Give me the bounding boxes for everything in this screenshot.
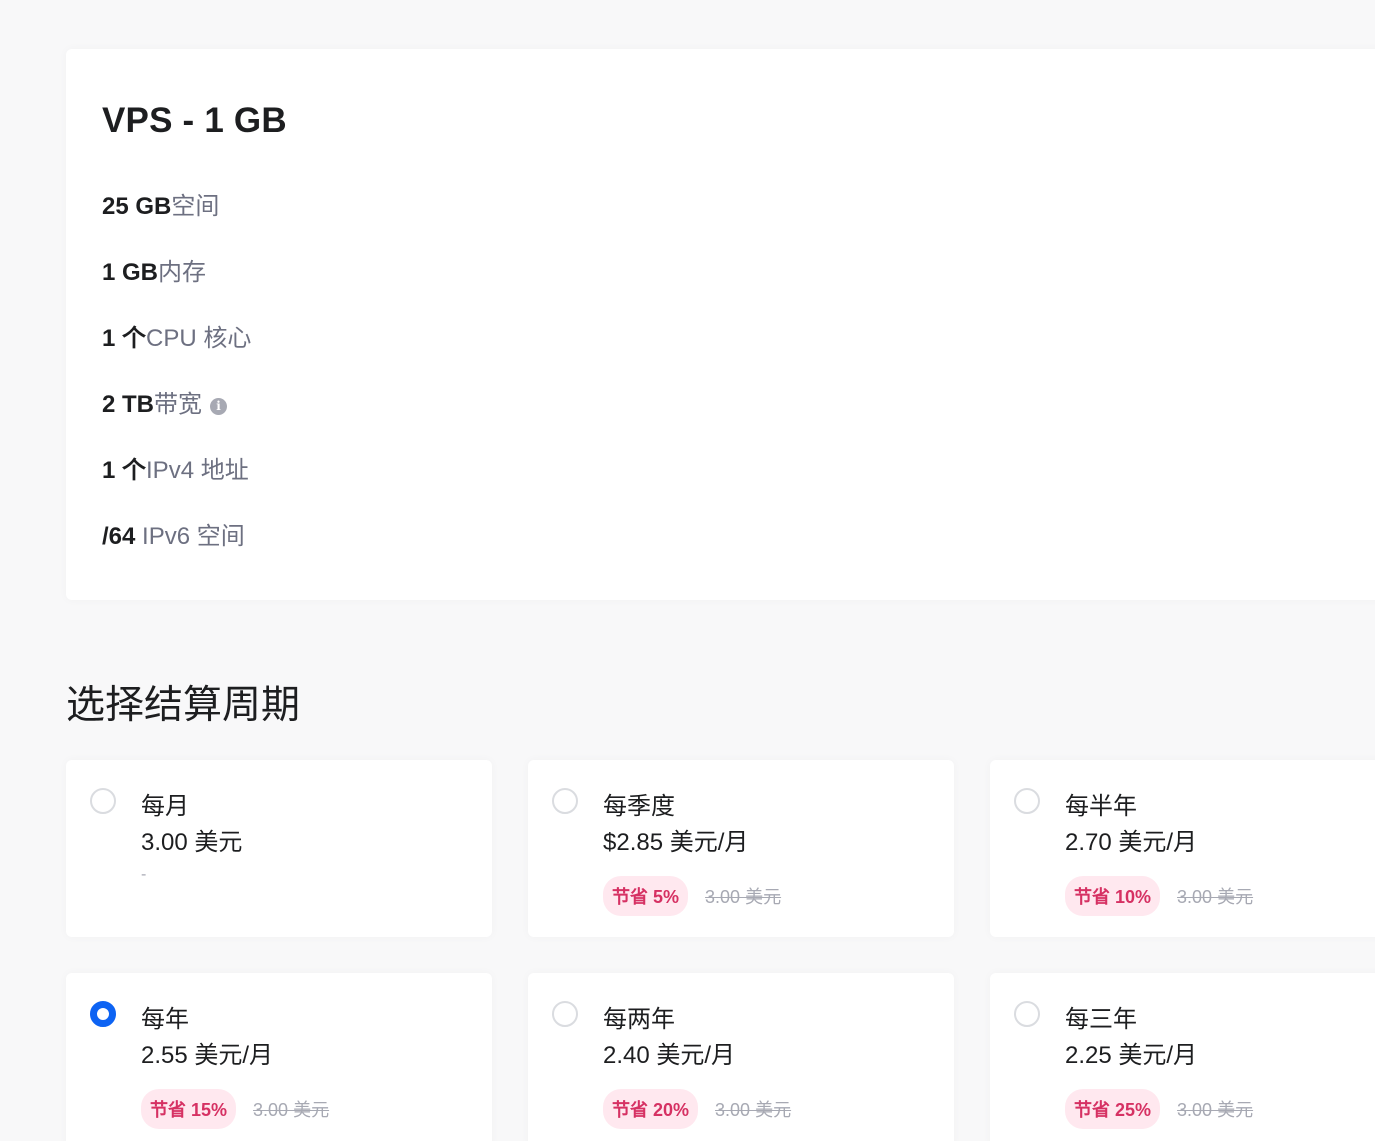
period-price: 2.70 美元/月 <box>1065 829 1198 856</box>
feature-label: CPU 核心 <box>146 325 252 352</box>
feature-memory: 1 GB 内存 <box>102 258 206 288</box>
feature-ipv4: 1 个 IPv4 地址 <box>102 456 249 486</box>
page: VPS - 1 GB 25 GB 空间 1 GB 内存 1 个 CPU 核心 2 TB… <box>0 0 1375 1141</box>
period-name: 每年 <box>141 1006 189 1033</box>
feature-label: IPv6 空间 <box>135 523 245 550</box>
save-badge: 节省 10% <box>1065 876 1161 916</box>
billing-section-title: 选择结算周期 <box>66 684 301 727</box>
radio-button-selected[interactable] <box>90 1001 116 1027</box>
radio-button[interactable] <box>1014 788 1040 814</box>
period-name: 每月 <box>141 793 189 820</box>
radio-button[interactable] <box>552 788 578 814</box>
feature-label: 空间 <box>171 193 220 220</box>
feature-value: 25 GB <box>102 193 172 220</box>
feature-bandwidth: 2 TB 带宽 i <box>102 390 228 420</box>
feature-value: 2 TB <box>102 391 155 418</box>
period-dash: - <box>141 866 147 883</box>
feature-value: 1 个 <box>102 325 147 352</box>
billing-option-semiannual[interactable]: 每半年 2.70 美元/月 节省 10% 3.00 美元 <box>990 760 1375 937</box>
old-price: 3.00 美元 <box>715 1100 792 1120</box>
info-icon[interactable]: i <box>210 397 228 415</box>
feature-value: 1 GB <box>102 259 159 286</box>
billing-option-monthly[interactable]: 每月 3.00 美元 - <box>66 760 492 937</box>
old-price: 3.00 美元 <box>1177 1100 1254 1120</box>
billing-option-biennial[interactable]: 每两年 2.40 美元/月 节省 20% 3.00 美元 <box>528 973 954 1141</box>
feature-storage: 25 GB 空间 <box>102 192 219 222</box>
period-name: 每两年 <box>603 1006 675 1033</box>
period-price: 2.55 美元/月 <box>141 1042 274 1069</box>
feature-label: 带宽 <box>154 391 203 418</box>
radio-button[interactable] <box>90 788 116 814</box>
billing-option-triennial[interactable]: 每三年 2.25 美元/月 节省 25% 3.00 美元 <box>990 973 1375 1141</box>
plan-title: VPS - 1 GB <box>102 101 287 140</box>
period-price: 3.00 美元 <box>141 829 243 856</box>
save-badge: 节省 25% <box>1065 1089 1161 1129</box>
feature-value: /64 <box>102 523 136 550</box>
old-price: 3.00 美元 <box>1177 887 1254 907</box>
plan-card: VPS - 1 GB 25 GB 空间 1 GB 内存 1 个 CPU 核心 2 TB… <box>66 49 1375 600</box>
save-row: 节省 15% 3.00 美元 <box>141 1089 329 1129</box>
save-badge: 节省 5% <box>603 876 689 916</box>
period-name: 每三年 <box>1065 1006 1137 1033</box>
feature-label: IPv4 地址 <box>146 457 249 484</box>
save-row: 节省 25% 3.00 美元 <box>1065 1089 1253 1129</box>
save-badge: 节省 20% <box>603 1089 699 1129</box>
period-price: 2.40 美元/月 <box>603 1042 736 1069</box>
period-name: 每半年 <box>1065 793 1137 820</box>
feature-label: 内存 <box>158 259 207 286</box>
save-row: 节省 10% 3.00 美元 <box>1065 876 1253 916</box>
period-name: 每季度 <box>603 793 675 820</box>
save-row: 节省 20% 3.00 美元 <box>603 1089 791 1129</box>
old-price: 3.00 美元 <box>705 887 782 907</box>
billing-option-quarterly[interactable]: 每季度 $2.85 美元/月 节省 5% 3.00 美元 <box>528 760 954 937</box>
radio-button[interactable] <box>1014 1001 1040 1027</box>
save-row: 节省 5% 3.00 美元 <box>603 876 781 916</box>
save-badge: 节省 15% <box>141 1089 237 1129</box>
radio-button[interactable] <box>552 1001 578 1027</box>
feature-value: 1 个 <box>102 457 147 484</box>
period-price: $2.85 美元/月 <box>603 829 749 856</box>
old-price: 3.00 美元 <box>253 1100 330 1120</box>
feature-cpu: 1 个 CPU 核心 <box>102 324 251 354</box>
billing-option-annual[interactable]: 每年 2.55 美元/月 节省 15% 3.00 美元 <box>66 973 492 1141</box>
period-price: 2.25 美元/月 <box>1065 1042 1198 1069</box>
feature-ipv6: /64 IPv6 空间 <box>102 522 245 552</box>
